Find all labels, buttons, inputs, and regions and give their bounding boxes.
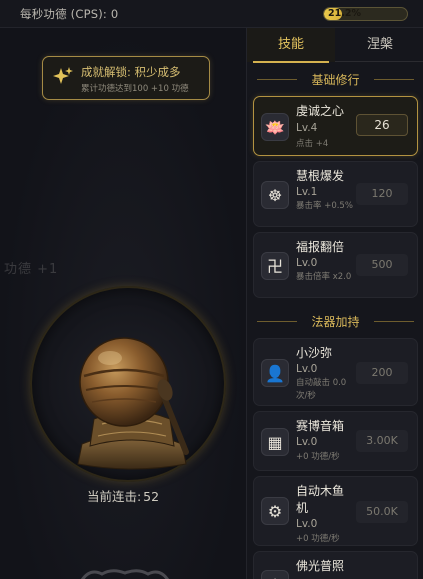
upgrade-panel: 技能 涅槃 基础修行 🪷 虔诚之心 Lv.4 点击 +4 26 ☸ 慧根爆发 L… <box>246 28 423 579</box>
artifact-card[interactable]: ⚙ 自动木鱼机 Lv.0 +0 功德/秒 50.0K <box>253 476 418 546</box>
skill-level: Lv.0 <box>296 257 318 269</box>
merit-progress-bar: 21.2% <box>323 7 408 21</box>
skill-desc: 暴击率 +0.5% <box>296 201 353 211</box>
lotus-icon: 🪷 <box>261 113 289 141</box>
artifact-card[interactable]: ☀ 佛光普照 <box>253 551 418 579</box>
section-title: 基础修行 <box>311 73 360 87</box>
artifact-name: 赛博音箱 <box>296 419 345 433</box>
artifact-name: 小沙弥 <box>296 346 333 360</box>
monk-icon: 👤 <box>261 359 289 387</box>
artifact-desc: +0 功德/秒 <box>296 452 340 462</box>
dharma-wheel-icon: ☸ <box>261 181 289 209</box>
achievement-toast: 成就解锁: 积少成多 累计功德达到100 +10 功德 <box>42 56 210 100</box>
tab-skills[interactable]: 技能 <box>247 28 335 63</box>
artifact-name: 佛光普照 <box>296 559 345 573</box>
skill-level: Lv.4 <box>296 122 318 134</box>
artifact-desc: 自动敲击 0.0 次/秒 <box>296 378 347 401</box>
sparkle-icon <box>53 67 73 84</box>
skill-name: 虔诚之心 <box>296 104 345 118</box>
skill-card[interactable]: 卍 福报翻倍 Lv.0 暴击倍率 x2.0 500 <box>253 232 418 298</box>
artifact-level: Lv.0 <box>296 518 318 530</box>
artifact-card[interactable]: 👤 小沙弥 Lv.0 自动敲击 0.0 次/秒 200 <box>253 338 418 406</box>
progress-text: 21.2% <box>328 8 361 19</box>
buddha-icon: ☀ <box>261 570 289 579</box>
section-basic-practice: 基础修行 <box>247 71 423 89</box>
skill-cost-button[interactable]: 120 <box>356 183 408 205</box>
gear-icon: ⚙ <box>261 497 289 525</box>
tab-bar: 技能 涅槃 <box>247 28 423 63</box>
section-title: 法器加持 <box>311 315 360 329</box>
artifact-cost-button[interactable]: 50.0K <box>356 501 408 523</box>
skill-card[interactable]: 🪷 虔诚之心 Lv.4 点击 +4 26 <box>253 96 418 156</box>
artifact-cost-button[interactable]: 200 <box>356 362 408 384</box>
achievement-title: 成就解锁: 积少成多 <box>81 65 181 79</box>
speaker-icon: ▦ <box>261 428 289 456</box>
artifact-cost-button[interactable]: 3.00K <box>356 430 408 452</box>
combo-counter: 当前连击: 52 <box>0 486 246 505</box>
skill-level: Lv.1 <box>296 186 318 198</box>
swastika-icon: 卍 <box>261 252 289 280</box>
merit-float-text: 功德 +1 <box>4 262 59 277</box>
skill-desc: 暴击倍率 x2.0 <box>296 272 352 282</box>
skill-cost-button[interactable]: 500 <box>356 254 408 276</box>
skill-name: 慧根爆发 <box>296 169 345 183</box>
tab-nirvana[interactable]: 涅槃 <box>336 28 423 62</box>
artifact-card[interactable]: ▦ 赛博音箱 Lv.0 +0 功德/秒 3.00K <box>253 411 418 471</box>
section-artifacts: 法器加持 <box>247 313 423 331</box>
achievement-desc: 累计功德达到100 +10 功德 <box>81 84 189 94</box>
cloud-ornament-icon <box>80 569 170 579</box>
artifact-desc: +0 功德/秒 <box>296 534 340 544</box>
top-bar: 每秒功德 (CPS): 0 21.2% <box>0 0 423 28</box>
play-area: 成就解锁: 积少成多 累计功德达到100 +10 功德 功德 +1 当前连击: … <box>0 28 246 579</box>
cps-label: 每秒功德 (CPS): 0 <box>20 7 119 21</box>
artifact-level: Lv.0 <box>296 436 318 448</box>
combo-label: 当前连击: <box>86 489 142 504</box>
wooden-fish-button[interactable] <box>62 324 202 474</box>
skill-name: 福报翻倍 <box>296 240 345 254</box>
artifact-level: Lv.0 <box>296 363 318 375</box>
skill-cost-button[interactable]: 26 <box>356 114 408 136</box>
skill-card[interactable]: ☸ 慧根爆发 Lv.1 暴击率 +0.5% 120 <box>253 161 418 227</box>
skill-desc: 点击 +4 <box>296 139 329 149</box>
combo-value: 52 <box>143 489 160 504</box>
artifact-name: 自动木鱼机 <box>296 484 345 515</box>
